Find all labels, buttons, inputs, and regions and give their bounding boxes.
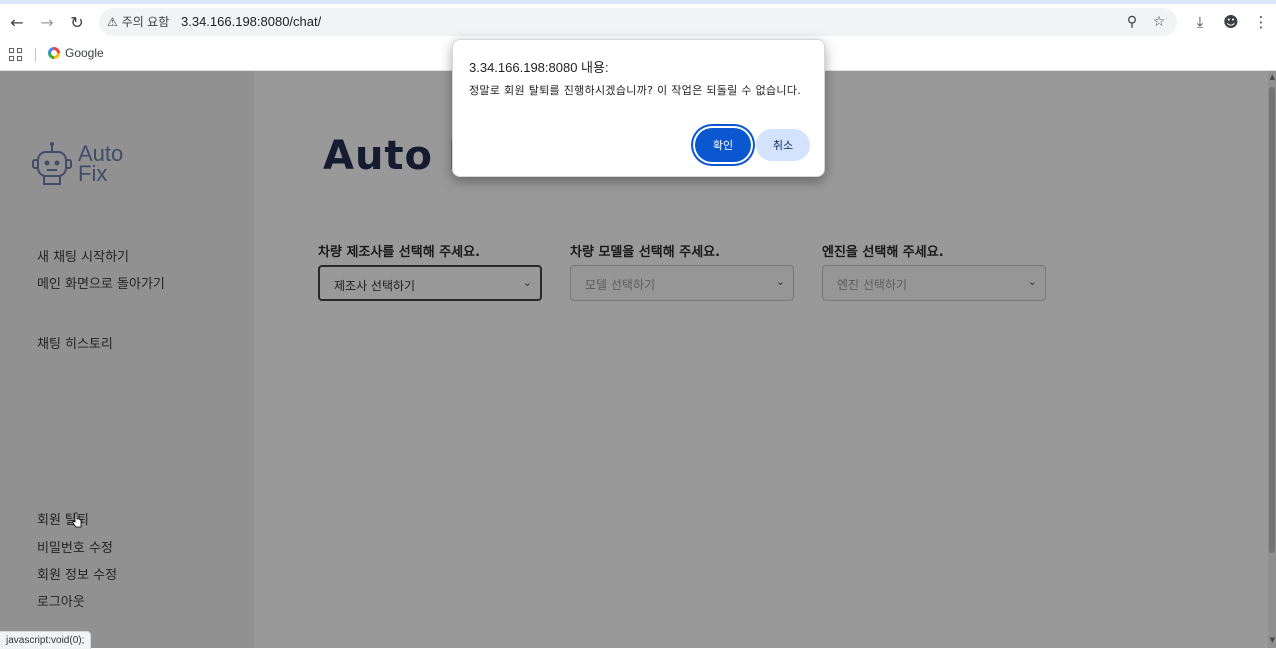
engine-label: 엔진을 선택해 주세요. xyxy=(822,245,944,260)
sidebar-edit-info-link[interactable]: 회원 정보 수정 xyxy=(37,564,117,583)
dialog-title: 3.34.166.198:8080 내용: xyxy=(469,60,609,75)
reload-icon[interactable]: ↻ xyxy=(66,11,88,33)
sidebar-back-main-link[interactable]: 메인 화면으로 돌아가기 xyxy=(37,273,165,292)
dialog-message: 정말로 회원 탈퇴를 진행하시겠습니까? 이 작업은 되돌릴 수 없습니다. xyxy=(469,84,802,97)
security-warning[interactable]: ⚠ 주의 요함 xyxy=(107,13,169,30)
forward-icon[interactable]: → xyxy=(36,11,58,33)
security-warning-label: 주의 요함 xyxy=(121,15,170,29)
download-icon[interactable]: ⤓ xyxy=(1189,11,1211,33)
confirm-ok-button[interactable]: 확인 xyxy=(695,128,751,162)
scroll-up-arrow-icon[interactable]: ▲ xyxy=(1270,73,1275,81)
autofix-logo[interactable]: Auto Fix xyxy=(32,140,123,188)
tab-strip-edge xyxy=(0,0,1276,4)
scrollbar-thumb[interactable] xyxy=(1269,87,1275,553)
model-select-value: 모델 선택하기 xyxy=(585,278,656,292)
logo-wordmark: Auto Fix xyxy=(78,143,123,186)
bookmark-google-label: Google xyxy=(65,46,104,60)
apps-grid-icon[interactable] xyxy=(9,48,22,61)
bookmark-star-icon[interactable]: ☆ xyxy=(1150,13,1168,31)
scroll-down-arrow-icon[interactable]: ▼ xyxy=(1270,636,1275,644)
hand-cursor-icon xyxy=(72,512,82,528)
chevron-down-icon: ⌄ xyxy=(1027,275,1037,288)
manufacturer-label: 차량 제조사를 선택해 주세요. xyxy=(318,245,481,260)
manufacturer-select[interactable]: 제조사 선택하기 ⌄ xyxy=(318,265,542,301)
model-select[interactable]: 모델 선택하기 ⌄ xyxy=(570,265,794,301)
sidebar-logout-link[interactable]: 로그아웃 xyxy=(37,591,85,610)
logo-line-2: Fix xyxy=(78,161,108,186)
bookmark-google[interactable]: Google xyxy=(48,46,104,60)
zoom-icon[interactable]: ⚲ xyxy=(1123,13,1141,31)
google-logo-icon xyxy=(48,47,60,59)
back-icon[interactable]: ← xyxy=(6,11,28,33)
chevron-down-icon: ⌄ xyxy=(775,275,785,288)
sidebar-chat-history-heading: 채팅 히스토리 xyxy=(37,337,113,352)
model-label: 차량 모델을 선택해 주세요. xyxy=(570,245,721,260)
bookmarks-divider xyxy=(35,48,36,62)
confirm-cancel-button[interactable]: 취소 xyxy=(756,129,810,161)
sidebar-new-chat-link[interactable]: 새 채팅 시작하기 xyxy=(37,246,129,265)
sidebar-change-password-link[interactable]: 비밀번호 수정 xyxy=(37,537,113,556)
manufacturer-select-value: 제조사 선택하기 xyxy=(334,279,416,293)
link-status-bar: javascript:void(0); xyxy=(0,631,92,649)
robot-logo-icon xyxy=(32,142,72,185)
sidebar: Auto Fix 새 채팅 시작하기 메인 화면으로 돌아가기 채팅 히스토리 … xyxy=(0,71,254,648)
engine-select[interactable]: 엔진 선택하기 ⌄ xyxy=(822,265,1046,301)
profile-icon[interactable]: ☻ xyxy=(1220,11,1242,33)
address-bar[interactable]: ⚠ 주의 요함 3.34.166.198:8080/chat/ ⚲ ☆ xyxy=(99,8,1177,36)
chevron-down-icon: ⌄ xyxy=(522,276,532,289)
engine-select-value: 엔진 선택하기 xyxy=(837,278,908,292)
confirm-dialog: 3.34.166.198:8080 내용: 정말로 회원 탈퇴를 진행하시겠습니… xyxy=(452,39,825,177)
browser-toolbar: ← → ↻ ⚠ 주의 요함 3.34.166.198:8080/chat/ ⚲ … xyxy=(0,0,1276,42)
url-text[interactable]: 3.34.166.198:8080/chat/ xyxy=(181,14,321,29)
warning-icon: ⚠ xyxy=(107,14,118,29)
menu-kebab-icon[interactable]: ⋮ xyxy=(1250,11,1272,33)
